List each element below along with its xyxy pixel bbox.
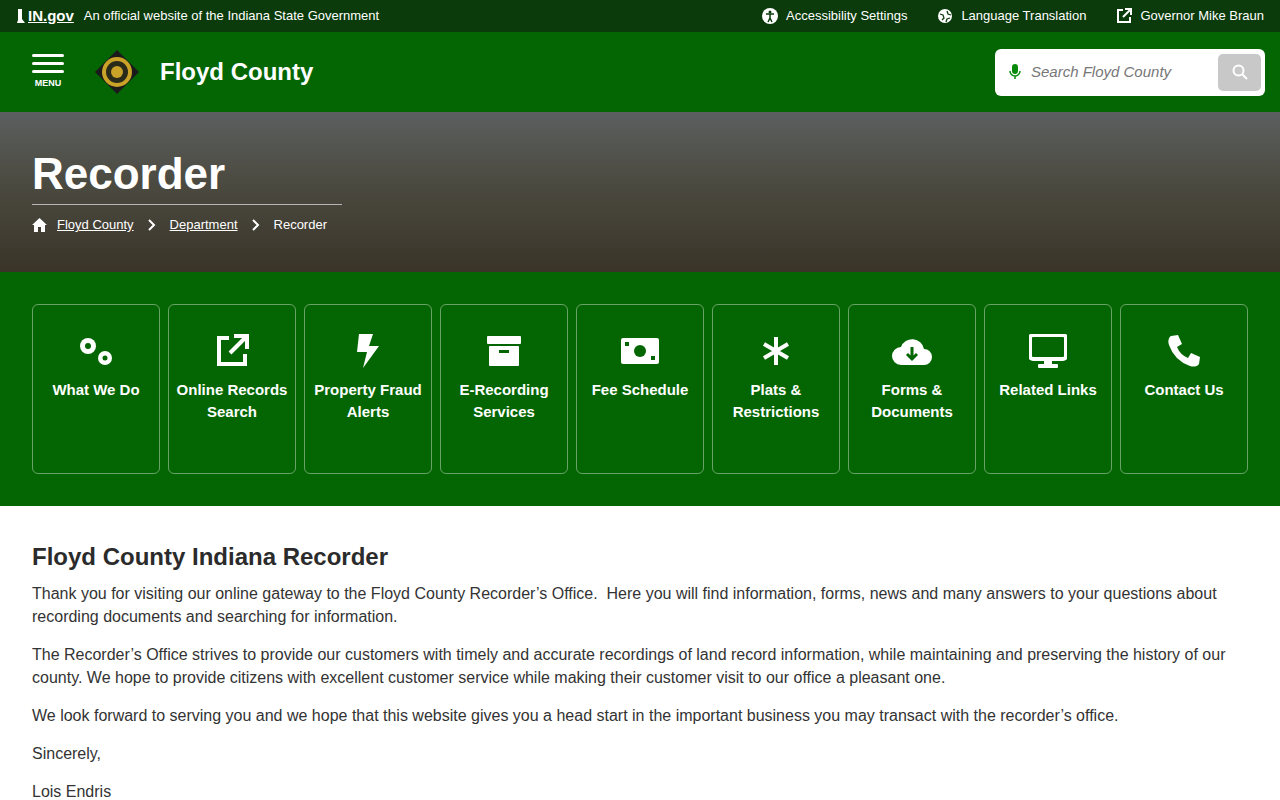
- county-seal-icon: [94, 49, 140, 95]
- menu-button[interactable]: MENU: [32, 53, 64, 91]
- page-title: Recorder: [32, 148, 1248, 200]
- quick-link-label[interactable]: Online Records Search: [175, 379, 289, 423]
- hamburger-icon: [32, 53, 64, 75]
- microphone-icon: [1009, 64, 1021, 80]
- topbar-link-label[interactable]: Governor Mike Braun: [1140, 6, 1264, 26]
- topbar-link[interactable]: Governor Mike Braun: [1116, 6, 1264, 26]
- official-notice: An official website of the Indiana State…: [84, 6, 379, 26]
- chevron-right-icon: [148, 219, 156, 231]
- quick-link-label[interactable]: Contact Us: [1144, 379, 1223, 401]
- content-paragraph: Lois Endris: [32, 780, 1248, 800]
- cloud-download-icon: [891, 333, 933, 369]
- quick-link-label[interactable]: Forms & Documents: [855, 379, 969, 423]
- quick-link-label[interactable]: What We Do: [52, 379, 139, 401]
- content-paragraph: Thank you for visiting our online gatewa…: [32, 582, 1248, 628]
- accessibility-icon: [762, 8, 778, 24]
- quick-link-label[interactable]: Fee Schedule: [592, 379, 689, 401]
- topbar-link[interactable]: Accessibility Settings: [762, 6, 907, 26]
- main-content: Floyd County Indiana Recorder Thank you f…: [0, 506, 1280, 800]
- site-title[interactable]: Floyd County: [160, 54, 313, 90]
- quick-link-tile[interactable]: Forms & Documents: [848, 304, 976, 474]
- ingov-logo[interactable]: IN.gov: [16, 5, 74, 28]
- hero-banner: Recorder Floyd County Department Recorder: [0, 112, 1280, 272]
- quick-link-tile[interactable]: Plats & Restrictions: [712, 304, 840, 474]
- phone-icon: [1167, 333, 1201, 369]
- topbar-link[interactable]: Language Translation: [937, 6, 1086, 26]
- quick-link-tile[interactable]: Fee Schedule: [576, 304, 704, 474]
- ingov-logo-text[interactable]: IN.gov: [28, 5, 74, 28]
- monitor-icon: [1029, 333, 1067, 369]
- quick-link-tile[interactable]: Related Links: [984, 304, 1112, 474]
- globe-icon: [937, 8, 953, 24]
- search-input[interactable]: [1031, 61, 1208, 84]
- quick-link-tile[interactable]: Contact Us: [1120, 304, 1248, 474]
- gears-icon: [75, 333, 117, 369]
- topbar-link-label[interactable]: Language Translation: [961, 6, 1086, 26]
- search-icon: [1232, 64, 1248, 80]
- quick-link-tile[interactable]: What We Do: [32, 304, 160, 474]
- search-box: [995, 49, 1265, 96]
- bolt-icon: [355, 333, 381, 369]
- quick-links: What We Do Online Records Search Property …: [0, 272, 1280, 506]
- quick-link-tile[interactable]: Online Records Search: [168, 304, 296, 474]
- archive-icon: [487, 333, 521, 369]
- asterisk-icon: [761, 333, 791, 369]
- content-heading: Floyd County Indiana Recorder: [32, 542, 1248, 572]
- breadcrumb: Floyd County Department Recorder: [32, 215, 1248, 235]
- topbar-link-label[interactable]: Accessibility Settings: [786, 6, 907, 26]
- search-button[interactable]: [1218, 54, 1261, 91]
- external-link-icon: [215, 333, 249, 369]
- content-paragraph: The Recorder’s Office strives to provide…: [32, 643, 1248, 689]
- external-link-icon: [1116, 8, 1132, 24]
- chevron-right-icon: [252, 219, 260, 231]
- breadcrumb-item[interactable]: Floyd County: [57, 215, 134, 235]
- top-bar: IN.gov An official website of the Indiana…: [0, 0, 1280, 32]
- quick-link-label[interactable]: Plats & Restrictions: [719, 379, 833, 423]
- money-icon: [621, 333, 659, 369]
- content-paragraph: Sincerely,: [32, 742, 1248, 765]
- quick-link-label[interactable]: Property Fraud Alerts: [311, 379, 425, 423]
- home-icon: [32, 218, 47, 232]
- menu-label[interactable]: MENU: [35, 77, 62, 91]
- content-paragraph: We look forward to serving you and we ho…: [32, 704, 1248, 727]
- quick-link-label[interactable]: E-Recording Services: [447, 379, 561, 423]
- site-header: MENU Floyd County: [0, 32, 1280, 112]
- quick-link-label[interactable]: Related Links: [999, 379, 1097, 401]
- quick-link-tile[interactable]: Property Fraud Alerts: [304, 304, 432, 474]
- quick-link-tile[interactable]: E-Recording Services: [440, 304, 568, 474]
- breadcrumb-item: Recorder: [274, 215, 327, 235]
- indiana-icon: [16, 8, 26, 24]
- breadcrumb-item[interactable]: Department: [170, 215, 238, 235]
